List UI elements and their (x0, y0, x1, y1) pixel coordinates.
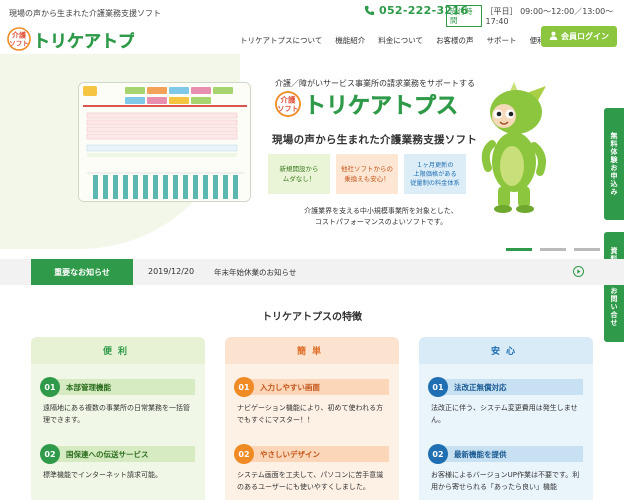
hero-feature-1: 新規開設から ムダなし！ (268, 154, 330, 194)
news-arrow-icon[interactable] (573, 266, 584, 277)
page: 現場の声から生まれた介護業務支援ソフト 052-222-3216 受付時間 ［平… (0, 0, 624, 500)
slider-dots (506, 248, 600, 251)
nav-about[interactable]: トリケアトプスについて (240, 35, 322, 46)
feature-item-desc: 標準機能でインターネット請求可能。 (43, 471, 162, 479)
business-hours: 受付時間 ［平日］ 09:00～12:00／13:00～17:40 (446, 5, 624, 27)
feature-item-title: 法改正無償対応 (438, 379, 583, 395)
nav-customer-voice[interactable]: お客様の声 (436, 35, 474, 46)
feature-item-title: 入力しやすい画面 (244, 379, 389, 395)
feature-item-title: やさしいデザイン (244, 446, 389, 462)
column-heading: 便利 (31, 337, 205, 364)
logo-small-2: ソフト (9, 40, 29, 48)
hero-feature-2-text: 他社ソフトからの 乗換えも安心！ (341, 165, 393, 183)
feature-number: 02 (428, 444, 448, 464)
site-logo[interactable]: 介護 ソフト トリケアトプス (6, 26, 152, 52)
logo-text: トリケアトプス (33, 31, 134, 52)
nav-features[interactable]: 機能紹介 (335, 35, 365, 46)
hero-desc-line-1: 介護業界を支える中小規模事業所を対象とした、 (304, 207, 458, 215)
feature-item: 01 本部管理機能 遠隔地にある複数の事業所の日常業務を一括管理できます。 (40, 377, 195, 426)
hero-logo-text: トリケアトプス (304, 94, 458, 118)
hero-feature-3-text: １ヶ月更新の 上限価格がある 従量制の料金体系 (410, 161, 460, 187)
top-bar: 現場の声から生まれた介護業務支援ソフト 052-222-3216 受付時間 ［平… (0, 0, 624, 27)
hero-feature-3: １ヶ月更新の 上限価格がある 従量制の料金体系 (404, 154, 466, 194)
column-heading: 安心 (419, 337, 593, 364)
column-heading: 簡単 (225, 337, 399, 364)
hero-slider: 介護／障がいサービス事業所の請求業務をサポートする 介護 ソフト トリケアトプス… (0, 54, 624, 259)
slider-dot-3[interactable] (574, 248, 600, 251)
feature-column-convenient: 便利 01 本部管理機能 遠隔地にある複数の事業所の日常業務を一括管理できます。… (31, 337, 205, 500)
feature-item-desc: お客様によるバージョンUP作業は不要です。利用から寄せられる「あったら良い」機能 (431, 471, 580, 491)
user-icon (549, 31, 558, 42)
request-info-tab[interactable]: 資料請求・お問い合せ (604, 232, 624, 342)
hero-title: 現場の声から生まれた介護業務支援ソフト (272, 134, 478, 146)
feature-number: 02 (40, 444, 60, 464)
main-nav: トリケアトプスについて 機能紹介 料金について お客様の声 サポート 便利ツール (240, 35, 567, 46)
feature-number: 02 (234, 444, 254, 464)
feature-item: 02 国保連への伝送サービス 標準機能でインターネット請求可能。 (40, 444, 195, 481)
feature-item: 01 法改正無償対応 法改正に伴う、システム変更費用は発生しません。 (428, 377, 583, 426)
feature-number: 01 (234, 377, 254, 397)
free-trial-label: 無料体験お申込み (610, 132, 618, 196)
feature-item-desc: 法改正に伴う、システム変更費用は発生しません。 (431, 404, 578, 424)
features-title: トリケアトプスの特徴 (262, 312, 362, 323)
slider-dot-2[interactable] (540, 248, 566, 251)
slider-dot-1[interactable] (506, 248, 532, 251)
hours-text: ［平日］ 09:00～12:00／13:00～17:40 (485, 7, 614, 26)
feature-item-title: 本部管理機能 (50, 379, 195, 395)
hero-feature-2: 他社ソフトからの 乗換えも安心！ (336, 154, 398, 194)
phone-icon (364, 5, 375, 16)
login-label: 会員ログイン (561, 32, 609, 41)
feature-item-desc: ナビゲーション機能により、初めて使われる方でもすぐにマスター！！ (237, 404, 384, 424)
feature-item-desc: システム画面を工夫して、パソコンに苦手意識のあるユーザーにも使いやすくしました。 (237, 471, 384, 491)
hero-desc-line-2: コストパフォーマンスのよいソフトです。 (314, 218, 448, 226)
hero-logo: 介護 ソフト トリケアトプス (274, 90, 464, 119)
news-bar: 重要なお知らせ 2019/12/20 年末年始休業のお知らせ (0, 259, 624, 285)
hero-logo-small-1: 介護 (280, 95, 296, 105)
feature-column-easy: 簡単 01 入力しやすい画面 ナビゲーション機能により、初めて使われる方でもすぐ… (225, 337, 399, 500)
site-tagline: 現場の声から生まれた介護業務支援ソフト (9, 9, 161, 18)
feature-number: 01 (428, 377, 448, 397)
feature-number: 01 (40, 377, 60, 397)
news-label: 重要なお知らせ (31, 259, 133, 285)
nav-support[interactable]: サポート (487, 35, 517, 46)
member-login-button[interactable]: 会員ログイン (541, 26, 617, 47)
dinosaur-mascot-icon (474, 82, 554, 217)
logo-small-1: 介護 (11, 31, 27, 40)
software-screenshot (78, 82, 251, 202)
hero-logo-small-2: ソフト (278, 105, 299, 113)
news-date: 2019/12/20 (148, 267, 195, 276)
logo-mark-icon: 介護 ソフト トリケアトプス (7, 27, 152, 52)
feature-item-desc: 遠隔地にある複数の事業所の日常業務を一括管理できます。 (43, 404, 190, 424)
news-link[interactable]: 年末年始休業のお知らせ (214, 267, 296, 278)
free-trial-tab[interactable]: 無料体験お申込み (604, 108, 624, 220)
feature-item: 02 やさしいデザイン システム画面を工夫して、パソコンに苦手意識のあるユーザー… (234, 444, 389, 493)
feature-item-title: 最新機能を提供 (438, 446, 583, 462)
hero-feature-1-text: 新規開設から ムダなし！ (279, 165, 319, 183)
feature-item-title: 国保連への伝送サービス (50, 446, 195, 462)
feature-column-secure: 安心 01 法改正無償対応 法改正に伴う、システム変更費用は発生しません。 02… (419, 337, 593, 500)
nav-pricing[interactable]: 料金について (378, 35, 423, 46)
feature-item: 02 最新機能を提供 お客様によるバージョンUP作業は不要です。利用から寄せられ… (428, 444, 583, 493)
hero-description: 介護業界を支える中小規模事業所を対象とした、 コストパフォーマンスのよいソフトで… (300, 206, 462, 228)
hours-badge: 受付時間 (446, 5, 482, 27)
site-header: 介護 ソフト トリケアトプス トリケアトプスについて 機能紹介 料金について お… (0, 26, 624, 54)
hero-subtitle: 介護／障がいサービス事業所の請求業務をサポートする (275, 79, 475, 88)
feature-item: 01 入力しやすい画面 ナビゲーション機能により、初めて使われる方でもすぐにマス… (234, 377, 389, 426)
